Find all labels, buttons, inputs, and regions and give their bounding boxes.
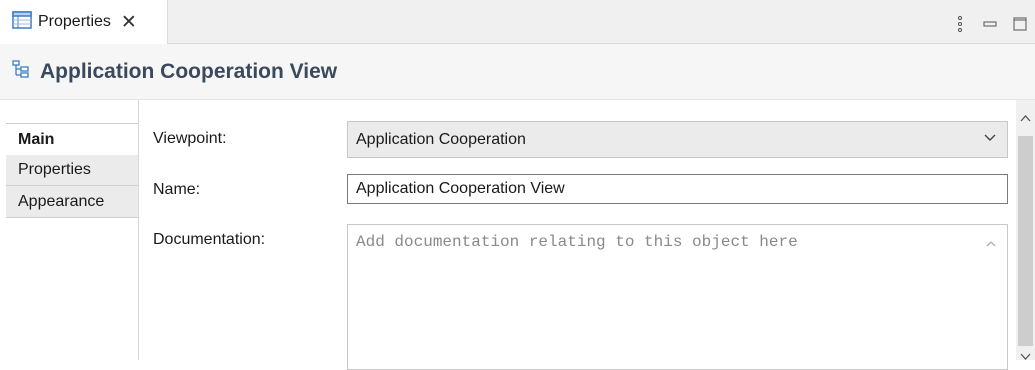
viewpoint-label: Viewpoint: bbox=[153, 130, 227, 147]
scrollbar-thumb[interactable] bbox=[1018, 136, 1033, 346]
close-icon[interactable]: ✕ bbox=[121, 13, 137, 32]
tab-appearance-label: Appearance bbox=[18, 192, 105, 210]
name-field[interactable] bbox=[347, 174, 1008, 204]
scroll-up-icon[interactable] bbox=[1020, 110, 1031, 128]
view-menu-icon[interactable] bbox=[945, 12, 975, 36]
properties-view-tab[interactable]: Properties ✕ bbox=[0, 0, 168, 44]
window-controls bbox=[945, 12, 1035, 36]
properties-title-bar: Application Cooperation View bbox=[0, 44, 1035, 100]
chevron-down-icon[interactable] bbox=[983, 131, 997, 150]
vertical-scrollbar[interactable] bbox=[1016, 100, 1035, 360]
tab-main[interactable]: Main bbox=[6, 123, 138, 155]
tab-main-label: Main bbox=[18, 130, 55, 148]
tab-properties-label: Properties bbox=[18, 161, 91, 178]
properties-section-tabs: Main Properties Appearance bbox=[0, 100, 139, 360]
tab-properties[interactable]: Properties bbox=[6, 155, 138, 186]
name-label: Name: bbox=[153, 181, 201, 198]
maximize-icon[interactable] bbox=[1005, 12, 1035, 36]
properties-table-icon bbox=[12, 10, 32, 34]
minimize-icon[interactable] bbox=[975, 12, 1005, 36]
tab-appearance[interactable]: Appearance bbox=[6, 186, 138, 218]
documentation-field[interactable] bbox=[347, 224, 1008, 370]
view-tab-strip: Properties ✕ bbox=[0, 0, 1035, 44]
diagram-model-icon bbox=[12, 60, 30, 83]
viewpoint-value: Application Cooperation bbox=[356, 130, 526, 148]
documentation-label: Documentation: bbox=[153, 231, 266, 248]
page-title: Application Cooperation View bbox=[40, 59, 338, 83]
view-tab-label: Properties bbox=[38, 13, 111, 30]
scroll-down-icon[interactable] bbox=[1020, 348, 1031, 366]
chevron-up-icon[interactable] bbox=[985, 236, 997, 254]
viewpoint-select[interactable]: Application Cooperation bbox=[347, 121, 1008, 158]
